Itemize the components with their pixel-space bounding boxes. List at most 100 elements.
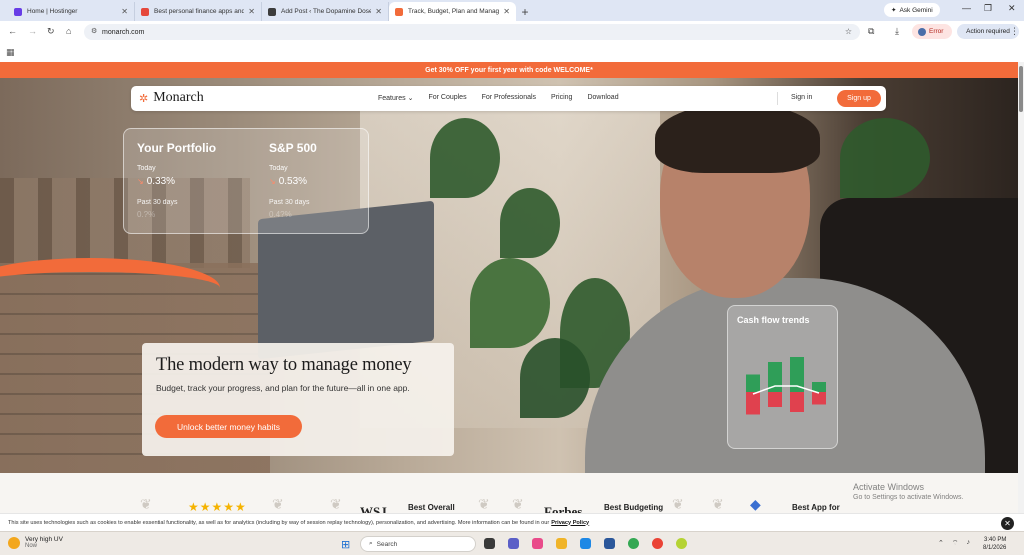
browser-tab[interactable]: Add Post ‹ The Dopamine Dose ✕	[262, 2, 389, 21]
search-icon: ⌕	[369, 540, 373, 547]
cash-flow-expense-bar	[812, 392, 826, 405]
nav-for-professionals[interactable]: For Professionals	[482, 94, 536, 102]
site-info-icon[interactable]: ⚙	[91, 27, 97, 35]
windows-start-icon[interactable]: ⊞	[341, 538, 350, 551]
cash-flow-card: Cash flow trends	[727, 305, 838, 449]
edge-icon[interactable]	[580, 538, 591, 549]
brand-name: Monarch	[153, 90, 204, 105]
nav-features[interactable]: Features ⌄	[378, 94, 413, 102]
task-view-icon[interactable]	[484, 538, 495, 549]
apps-grid-icon[interactable]: ▦	[6, 47, 15, 58]
nav-pricing[interactable]: Pricing	[551, 94, 572, 102]
address-bar[interactable]: ⚙ monarch.com ☆	[84, 24, 860, 40]
sign-up-button[interactable]: Sign up	[837, 90, 881, 107]
laurel-icon: ❦	[272, 496, 284, 512]
page-scrollbar[interactable]	[1018, 62, 1024, 531]
hostinger-favicon-icon	[14, 7, 22, 16]
browser-tab[interactable]: Best personal finance apps and ✕	[135, 2, 262, 21]
tab-title: Home | Hostinger	[27, 8, 78, 15]
download-icon[interactable]: ⤓	[895, 26, 899, 37]
browser-tab-active[interactable]: Track, Budget, Plan and Manage ✕	[389, 2, 516, 21]
wordpress-favicon-icon	[268, 7, 276, 16]
taskbar-search-box[interactable]: ⌕ Search	[360, 536, 476, 552]
tab-close-icon[interactable]: ✕	[248, 7, 255, 16]
extensions-icon[interactable]: ⧉	[868, 26, 874, 37]
browser-tab-strip: Home | Hostinger ✕ Best personal finance…	[0, 0, 1024, 21]
network-icon[interactable]: ⌔	[952, 539, 959, 548]
error-label: Error	[929, 28, 944, 35]
portfolio-card: Your Portfolio Today ↘ 0.33% Past 30 days…	[123, 128, 369, 234]
hero-subtext: Budget, track your progress, and plan fo…	[156, 383, 410, 393]
bookmarks-bar: ▦	[0, 43, 1024, 61]
app-icon[interactable]	[676, 538, 687, 549]
cash-flow-expense-bar	[746, 392, 760, 415]
browser-tab[interactable]: Home | Hostinger ✕	[8, 2, 135, 21]
chrome-profile-icon[interactable]	[652, 538, 663, 549]
scrollbar-thumb[interactable]	[1019, 66, 1023, 112]
hero-headline: The modern way to manage money	[156, 355, 412, 375]
ask-gemini-button[interactable]: ✦ Ask Gemini	[884, 3, 940, 17]
windows-taskbar: Very high UV Now ⊞ ⌕ Search ⌃ ⌔ ♪ 3:40 P…	[0, 531, 1024, 555]
search-placeholder: Search	[376, 540, 398, 548]
cash-flow-title: Cash flow trends	[737, 315, 810, 325]
sp500-today-value: 0.53%	[278, 176, 308, 187]
cash-flow-expense-bar	[790, 392, 804, 412]
award-label: Best Budgeting	[604, 503, 664, 512]
monarch-butterfly-icon: ✲	[139, 92, 149, 105]
laurel-icon: ❦	[712, 496, 724, 512]
back-arrow-icon[interactable]: ←	[8, 26, 17, 36]
new-tab-button[interactable]: +	[516, 3, 534, 21]
url-text: monarch.com	[102, 28, 145, 36]
portfolio-today-value: 0.33%	[146, 176, 176, 187]
cash-flow-chart	[746, 357, 826, 415]
portfolio-past-value: 0.?%	[137, 210, 156, 219]
hero-plant-leaf	[430, 118, 500, 198]
file-explorer-icon[interactable]	[556, 538, 567, 549]
tab-title: Add Post ‹ The Dopamine Dose	[281, 8, 372, 15]
home-icon[interactable]: ⌂	[66, 26, 71, 36]
hero-plant-leaf	[520, 338, 590, 418]
sparkle-icon: ✦	[891, 7, 897, 14]
reload-icon[interactable]: ↻	[47, 26, 55, 37]
chrome-icon[interactable]	[628, 538, 639, 549]
unlock-cta-button[interactable]: Unlock better money habits	[155, 415, 302, 438]
forward-arrow-icon[interactable]: →	[28, 26, 37, 36]
clock-date: 8/1/2026	[983, 545, 1007, 552]
tab-close-icon[interactable]: ✕	[503, 7, 510, 16]
hero-headline-card: The modern way to manage money Budget, t…	[142, 343, 454, 456]
teams-icon[interactable]	[508, 538, 519, 549]
sp500-past-label: Past 30 days	[269, 199, 310, 206]
sign-in-link[interactable]: Sign in	[791, 94, 812, 101]
copilot-icon[interactable]	[532, 538, 543, 549]
cash-flow-income-bar	[812, 382, 826, 392]
avatar	[918, 27, 926, 36]
nav-for-couples[interactable]: For Couples	[428, 94, 466, 102]
monarch-logo[interactable]: ✲ Monarch	[139, 90, 204, 106]
weather-widget[interactable]: Very high UV Now	[8, 536, 63, 549]
restore-icon[interactable]: ❐	[984, 3, 992, 14]
system-tray[interactable]: ⌃ ⌔ ♪	[938, 539, 970, 548]
portfolio-past-label: Past 30 days	[137, 199, 178, 206]
finance-article-favicon-icon	[141, 7, 149, 16]
tab-close-icon[interactable]: ✕	[375, 7, 382, 16]
promo-banner[interactable]: Get 30% OFF your first year with code WE…	[0, 62, 1018, 78]
menu-kebab-icon[interactable]: ⋮	[1010, 26, 1019, 37]
nav-download[interactable]: Download	[587, 94, 618, 102]
bookmark-star-icon[interactable]: ☆	[845, 27, 852, 36]
taskbar-clock[interactable]: 3:40 PM 8/1/2026	[983, 536, 1006, 553]
nav-divider	[777, 92, 778, 105]
chevron-up-icon[interactable]: ⌃	[938, 539, 944, 548]
profile-error-button[interactable]: Error	[912, 24, 952, 39]
tab-title: Best personal finance apps and	[154, 8, 245, 15]
monarch-favicon-icon	[395, 7, 403, 16]
laurel-icon: ❦	[512, 496, 524, 512]
close-window-icon[interactable]: ✕	[1008, 3, 1016, 14]
cookie-text: This site uses technologies such as cook…	[8, 519, 550, 526]
store-icon[interactable]	[604, 538, 615, 549]
app-store-logo-icon: ◆	[750, 496, 761, 512]
cookie-close-icon[interactable]: ✕	[1001, 517, 1014, 530]
minimize-icon[interactable]: —	[962, 3, 971, 13]
privacy-policy-link[interactable]: Privacy Policy	[551, 520, 589, 526]
volume-icon[interactable]: ♪	[966, 539, 970, 548]
tab-close-icon[interactable]: ✕	[121, 7, 128, 16]
